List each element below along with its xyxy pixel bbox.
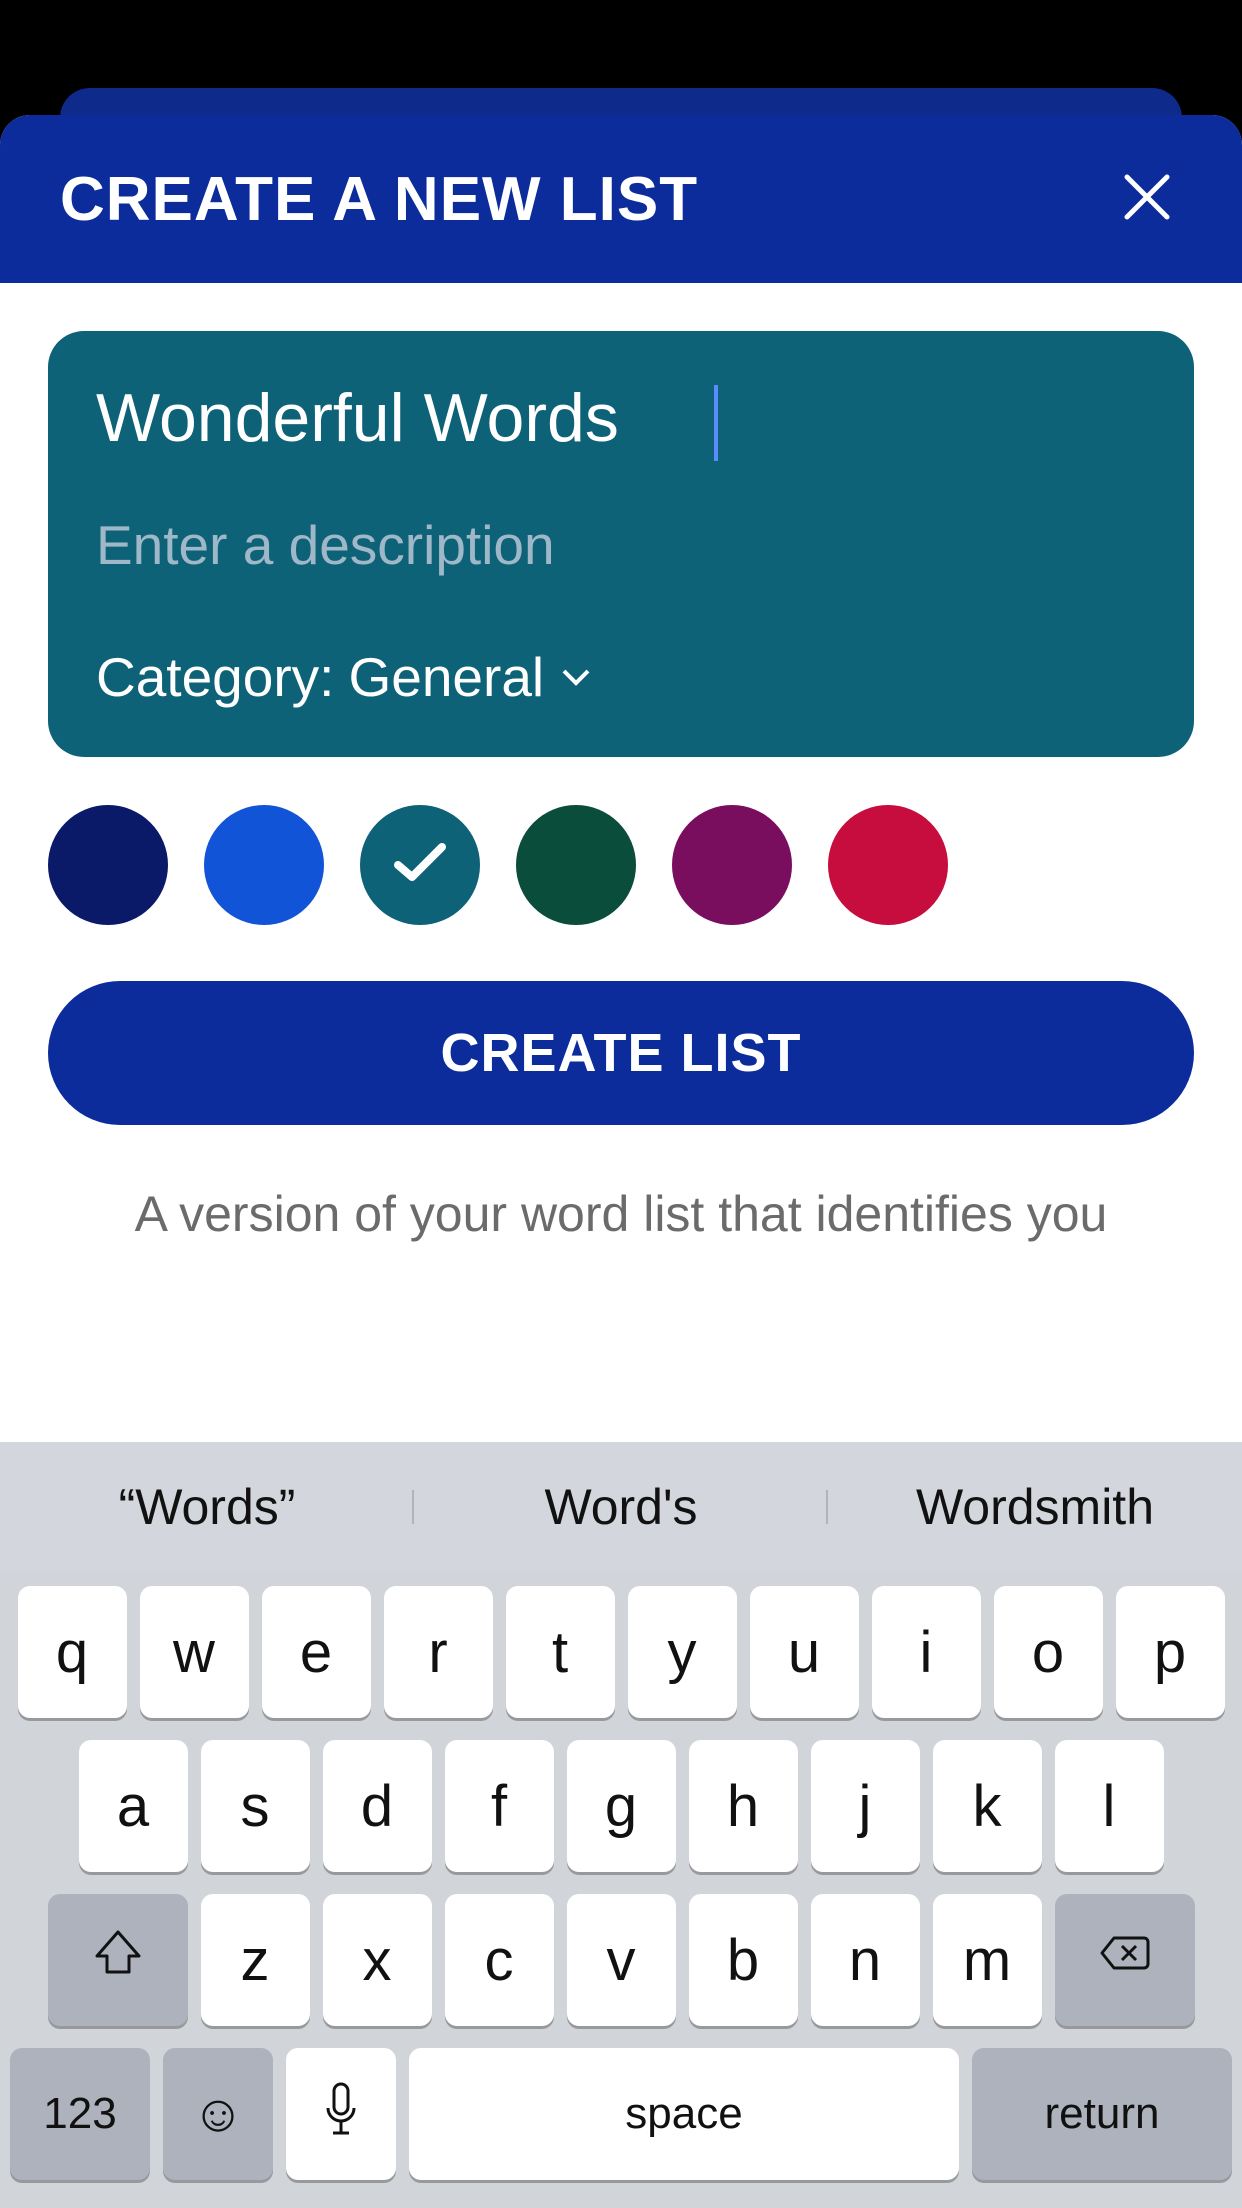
key-b[interactable]: b: [689, 1894, 798, 2026]
list-description-input[interactable]: Enter a description: [96, 513, 1146, 577]
key-w[interactable]: w: [140, 1586, 249, 1718]
key-c[interactable]: c: [445, 1894, 554, 2026]
key-d[interactable]: d: [323, 1740, 432, 1872]
key-o[interactable]: o: [994, 1586, 1103, 1718]
key-l[interactable]: l: [1055, 1740, 1164, 1872]
key-shift[interactable]: [48, 1894, 188, 2026]
color-swatch-0[interactable]: [48, 805, 168, 925]
key-k[interactable]: k: [933, 1740, 1042, 1872]
info-text: A version of your word list that identif…: [48, 1185, 1194, 1243]
key-dictation[interactable]: [286, 2048, 396, 2180]
key-j[interactable]: j: [811, 1740, 920, 1872]
title-input-wrap[interactable]: [96, 379, 1146, 513]
modal-header: CREATE A NEW LIST: [0, 115, 1242, 283]
key-x[interactable]: x: [323, 1894, 432, 2026]
keyboard-suggestion-0[interactable]: “Words”: [0, 1478, 414, 1536]
list-form-card: Enter a description Category: General: [48, 331, 1194, 757]
key-a[interactable]: a: [79, 1740, 188, 1872]
text-cursor: [714, 385, 718, 461]
color-swatch-1[interactable]: [204, 805, 324, 925]
shift-icon: [91, 1926, 145, 1994]
key-r[interactable]: r: [384, 1586, 493, 1718]
key-u[interactable]: u: [750, 1586, 859, 1718]
keyboard-row-2: asdfghjkl: [10, 1740, 1232, 1872]
keyboard-suggestion-1[interactable]: Word's: [414, 1478, 828, 1536]
key-e[interactable]: e: [262, 1586, 371, 1718]
color-swatch-2[interactable]: [360, 805, 480, 925]
on-screen-keyboard: “Words”Word'sWordsmith qwertyuiop asdfgh…: [0, 1442, 1242, 2208]
key-n[interactable]: n: [811, 1894, 920, 2026]
modal-title: CREATE A NEW LIST: [60, 164, 698, 235]
key-backspace[interactable]: [1055, 1894, 1195, 2026]
keyboard-suggestion-2[interactable]: Wordsmith: [828, 1478, 1242, 1536]
keyboard-suggestion-bar: “Words”Word'sWordsmith: [0, 1442, 1242, 1572]
chevron-down-icon: [558, 659, 594, 695]
backspace-icon: [1098, 1926, 1152, 1994]
category-value: General: [348, 645, 544, 709]
key-s[interactable]: s: [201, 1740, 310, 1872]
key-m[interactable]: m: [933, 1894, 1042, 2026]
color-picker-row: [48, 757, 1194, 981]
close-icon: [1121, 171, 1173, 228]
keyboard-row-3: zxcvbnm: [10, 1894, 1232, 2026]
color-swatch-5[interactable]: [828, 805, 948, 925]
keyboard-row-1: qwertyuiop: [10, 1586, 1232, 1718]
create-list-button[interactable]: CREATE LIST: [48, 981, 1194, 1125]
color-swatch-3[interactable]: [516, 805, 636, 925]
key-z[interactable]: z: [201, 1894, 310, 2026]
check-icon: [392, 841, 448, 890]
key-emoji[interactable]: ☺: [163, 2048, 273, 2180]
keyboard-row-bottom: 123 ☺ space return: [10, 2048, 1232, 2180]
microphone-icon: [321, 2080, 361, 2149]
close-button[interactable]: [1112, 164, 1182, 234]
key-p[interactable]: p: [1116, 1586, 1225, 1718]
key-v[interactable]: v: [567, 1894, 676, 2026]
key-return[interactable]: return: [972, 2048, 1232, 2180]
color-swatch-4[interactable]: [672, 805, 792, 925]
category-label: Category:: [96, 645, 334, 709]
key-i[interactable]: i: [872, 1586, 981, 1718]
key-h[interactable]: h: [689, 1740, 798, 1872]
category-selector[interactable]: Category: General: [96, 645, 1146, 709]
key-t[interactable]: t: [506, 1586, 615, 1718]
key-123[interactable]: 123: [10, 2048, 150, 2180]
key-g[interactable]: g: [567, 1740, 676, 1872]
key-q[interactable]: q: [18, 1586, 127, 1718]
key-space[interactable]: space: [409, 2048, 959, 2180]
key-y[interactable]: y: [628, 1586, 737, 1718]
list-title-input[interactable]: [96, 379, 1146, 457]
key-f[interactable]: f: [445, 1740, 554, 1872]
emoji-icon: ☺: [191, 2084, 244, 2144]
